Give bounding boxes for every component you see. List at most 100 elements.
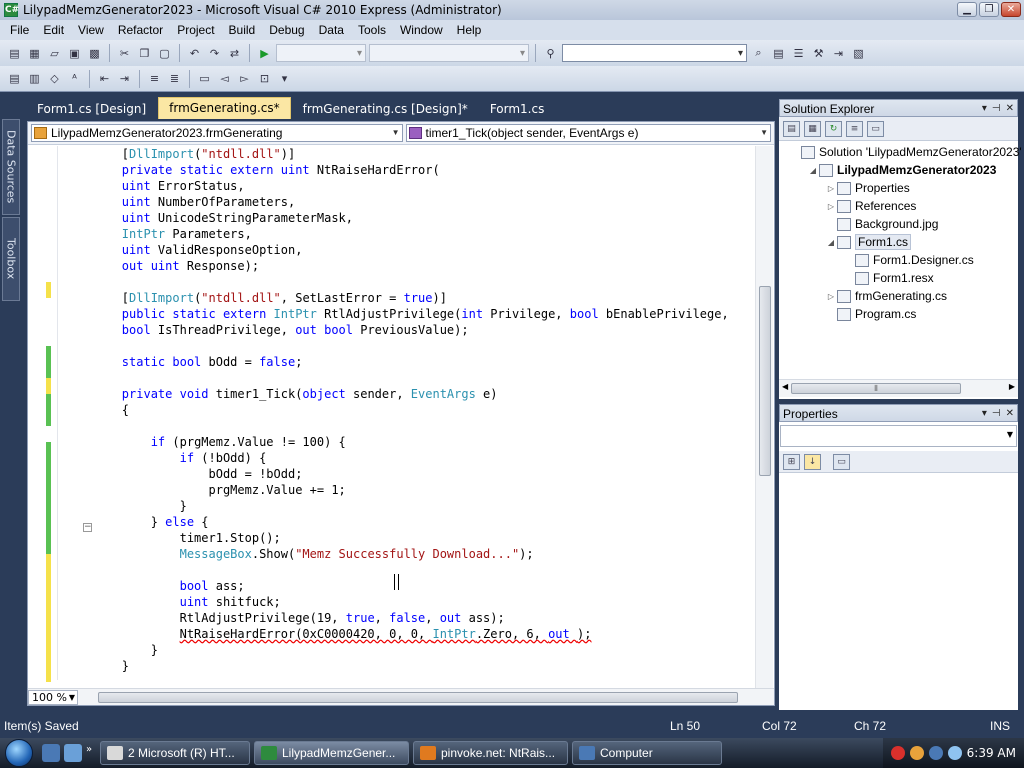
paste-icon[interactable]: ▢: [156, 45, 173, 61]
next-bookmark-icon[interactable]: ▻: [236, 71, 253, 87]
menu-edit[interactable]: Edit: [36, 20, 71, 40]
scroll-thumb[interactable]: ⦀: [791, 383, 961, 394]
menu-help[interactable]: Help: [450, 20, 489, 40]
view-designer-icon[interactable]: ▭: [867, 120, 884, 137]
find-in-files-icon[interactable]: ⚲: [542, 45, 559, 61]
window-position-icon[interactable]: ▾: [982, 100, 987, 118]
minimize-button[interactable]: ▁: [957, 2, 977, 17]
solution-explorer-icon[interactable]: ▤: [770, 45, 787, 61]
tree-node[interactable]: ▷ frmGenerating.cs: [825, 287, 947, 305]
menu-tools[interactable]: Tools: [351, 20, 393, 40]
clock[interactable]: 6:39 AM: [967, 746, 1016, 760]
previous-bookmark-icon[interactable]: ◅: [216, 71, 233, 87]
maximize-button[interactable]: ❐: [979, 2, 999, 17]
tree-node[interactable]: Solution 'LilypadMemzGenerator2023' (: [789, 143, 1024, 161]
properties-icon[interactable]: ▤: [783, 120, 800, 137]
toolbox-tab[interactable]: Toolbox: [2, 217, 20, 301]
taskbar-button[interactable]: 2 Microsoft (R) HT...: [100, 741, 250, 765]
redo-icon[interactable]: ↷: [206, 45, 223, 61]
ie-icon[interactable]: [42, 744, 60, 762]
quick-launch-more-icon[interactable]: »: [86, 744, 96, 762]
save-all-icon[interactable]: ▩: [86, 45, 103, 61]
show-all-files-icon[interactable]: ▦: [804, 120, 821, 137]
undo-icon[interactable]: ↶: [186, 45, 203, 61]
code-text-area[interactable]: [DllImport("ntdll.dll")] private static …: [64, 146, 754, 680]
tree-node[interactable]: Form1.resx: [843, 269, 934, 287]
menu-build[interactable]: Build: [222, 20, 263, 40]
start-button[interactable]: [0, 738, 38, 768]
start-debugging-icon[interactable]: ▶: [256, 45, 273, 61]
view-code-icon[interactable]: ≡: [846, 120, 863, 137]
decrease-indent-icon[interactable]: ⇤: [96, 71, 113, 87]
quick-info-icon[interactable]: ◇: [46, 71, 63, 87]
menu-refactor[interactable]: Refactor: [111, 20, 170, 40]
tree-node[interactable]: Form1.Designer.cs: [843, 251, 974, 269]
vertical-scrollbar[interactable]: [755, 146, 773, 688]
data-sources-tab[interactable]: Data Sources: [2, 119, 20, 215]
show-desktop-icon[interactable]: [64, 744, 82, 762]
start-page-icon[interactable]: ⇥: [830, 45, 847, 61]
tree-node[interactable]: ◢ LilypadMemzGenerator2023: [807, 161, 996, 179]
menu-file[interactable]: File: [3, 20, 36, 40]
auto-hide-pin-icon[interactable]: ⊣: [992, 405, 1001, 423]
document-tab[interactable]: Form1.cs [Design]: [27, 99, 156, 119]
comment-lines-icon[interactable]: ≡: [146, 71, 163, 87]
toggle-bookmark-icon[interactable]: ▭: [196, 71, 213, 87]
parameter-info-icon[interactable]: ▥: [26, 71, 43, 87]
member-combo[interactable]: timer1_Tick(object sender, EventArgs e) …: [405, 124, 771, 142]
menu-data[interactable]: Data: [312, 20, 351, 40]
menu-debug[interactable]: Debug: [262, 20, 311, 40]
find-icon[interactable]: ⌕: [750, 45, 767, 61]
navigate-icon[interactable]: ⇄: [226, 45, 243, 61]
toolbar-options-icon[interactable]: ▾: [276, 71, 293, 87]
extension-manager-icon[interactable]: ▧: [850, 45, 867, 61]
menu-window[interactable]: Window: [393, 20, 450, 40]
cut-icon[interactable]: ✂: [116, 45, 133, 61]
expand-arrow-icon[interactable]: ▷: [825, 292, 837, 301]
horizontal-scroll-thumb[interactable]: [98, 692, 738, 703]
auto-hide-pin-icon[interactable]: ⊣: [992, 100, 1001, 118]
clear-bookmarks-icon[interactable]: ⊡: [256, 71, 273, 87]
solution-explorer-scrollbar[interactable]: ◀ ⦀ ▶: [779, 379, 1018, 397]
object-members-icon[interactable]: ▤: [6, 71, 23, 87]
expand-arrow-icon[interactable]: ▷: [825, 184, 837, 193]
copy-icon[interactable]: ❐: [136, 45, 153, 61]
zoom-combo[interactable]: 100 % ▼: [28, 689, 78, 705]
find-combo[interactable]: ▾: [562, 44, 747, 62]
visual-csharp-app-icon[interactable]: C#: [4, 3, 19, 17]
property-pages-icon[interactable]: ▭: [833, 453, 850, 470]
tree-node[interactable]: ▷ Properties: [825, 179, 910, 197]
volume-icon[interactable]: [947, 746, 962, 760]
class-combo[interactable]: LilypadMemzGenerator2023.frmGenerating ▼: [31, 124, 403, 142]
document-tab[interactable]: Form1.cs: [480, 99, 555, 119]
new-project-icon[interactable]: ▤: [6, 45, 23, 61]
collapse-region-icon[interactable]: −: [83, 523, 92, 532]
close-button[interactable]: ✕: [1001, 2, 1021, 17]
object-selector-combo[interactable]: ▼: [780, 425, 1017, 447]
window-position-icon[interactable]: ▾: [982, 405, 987, 423]
scroll-right-icon[interactable]: ▶: [1009, 382, 1015, 391]
solution-config-combo[interactable]: ▾: [276, 44, 366, 62]
panel-close-icon[interactable]: ✕: [1006, 405, 1014, 423]
vertical-scroll-thumb[interactable]: [759, 286, 771, 476]
network-icon[interactable]: [928, 746, 943, 760]
platform-combo[interactable]: ▾: [369, 44, 529, 62]
open-file-icon[interactable]: ▱: [46, 45, 63, 61]
taskbar-button[interactable]: Computer: [572, 741, 722, 765]
properties-window-icon[interactable]: ☰: [790, 45, 807, 61]
document-tab[interactable]: frmGenerating.cs [Design]*: [293, 99, 478, 119]
taskbar-button[interactable]: pinvoke.net: NtRais...: [413, 741, 568, 765]
security-alert-icon[interactable]: [890, 746, 905, 760]
menu-view[interactable]: View: [71, 20, 111, 40]
expand-arrow-icon[interactable]: ▷: [825, 202, 837, 211]
tray-app-icon[interactable]: [909, 746, 924, 760]
tree-node[interactable]: ▷ References: [825, 197, 916, 215]
uncomment-lines-icon[interactable]: ≣: [166, 71, 183, 87]
menu-project[interactable]: Project: [170, 20, 221, 40]
categorized-icon[interactable]: ⊞: [783, 453, 800, 470]
panel-close-icon[interactable]: ✕: [1006, 100, 1014, 118]
tree-node[interactable]: Program.cs: [825, 305, 916, 323]
document-tab[interactable]: frmGenerating.cs*: [158, 97, 291, 119]
alphabetical-icon[interactable]: ↓: [804, 453, 821, 470]
save-icon[interactable]: ▣: [66, 45, 83, 61]
